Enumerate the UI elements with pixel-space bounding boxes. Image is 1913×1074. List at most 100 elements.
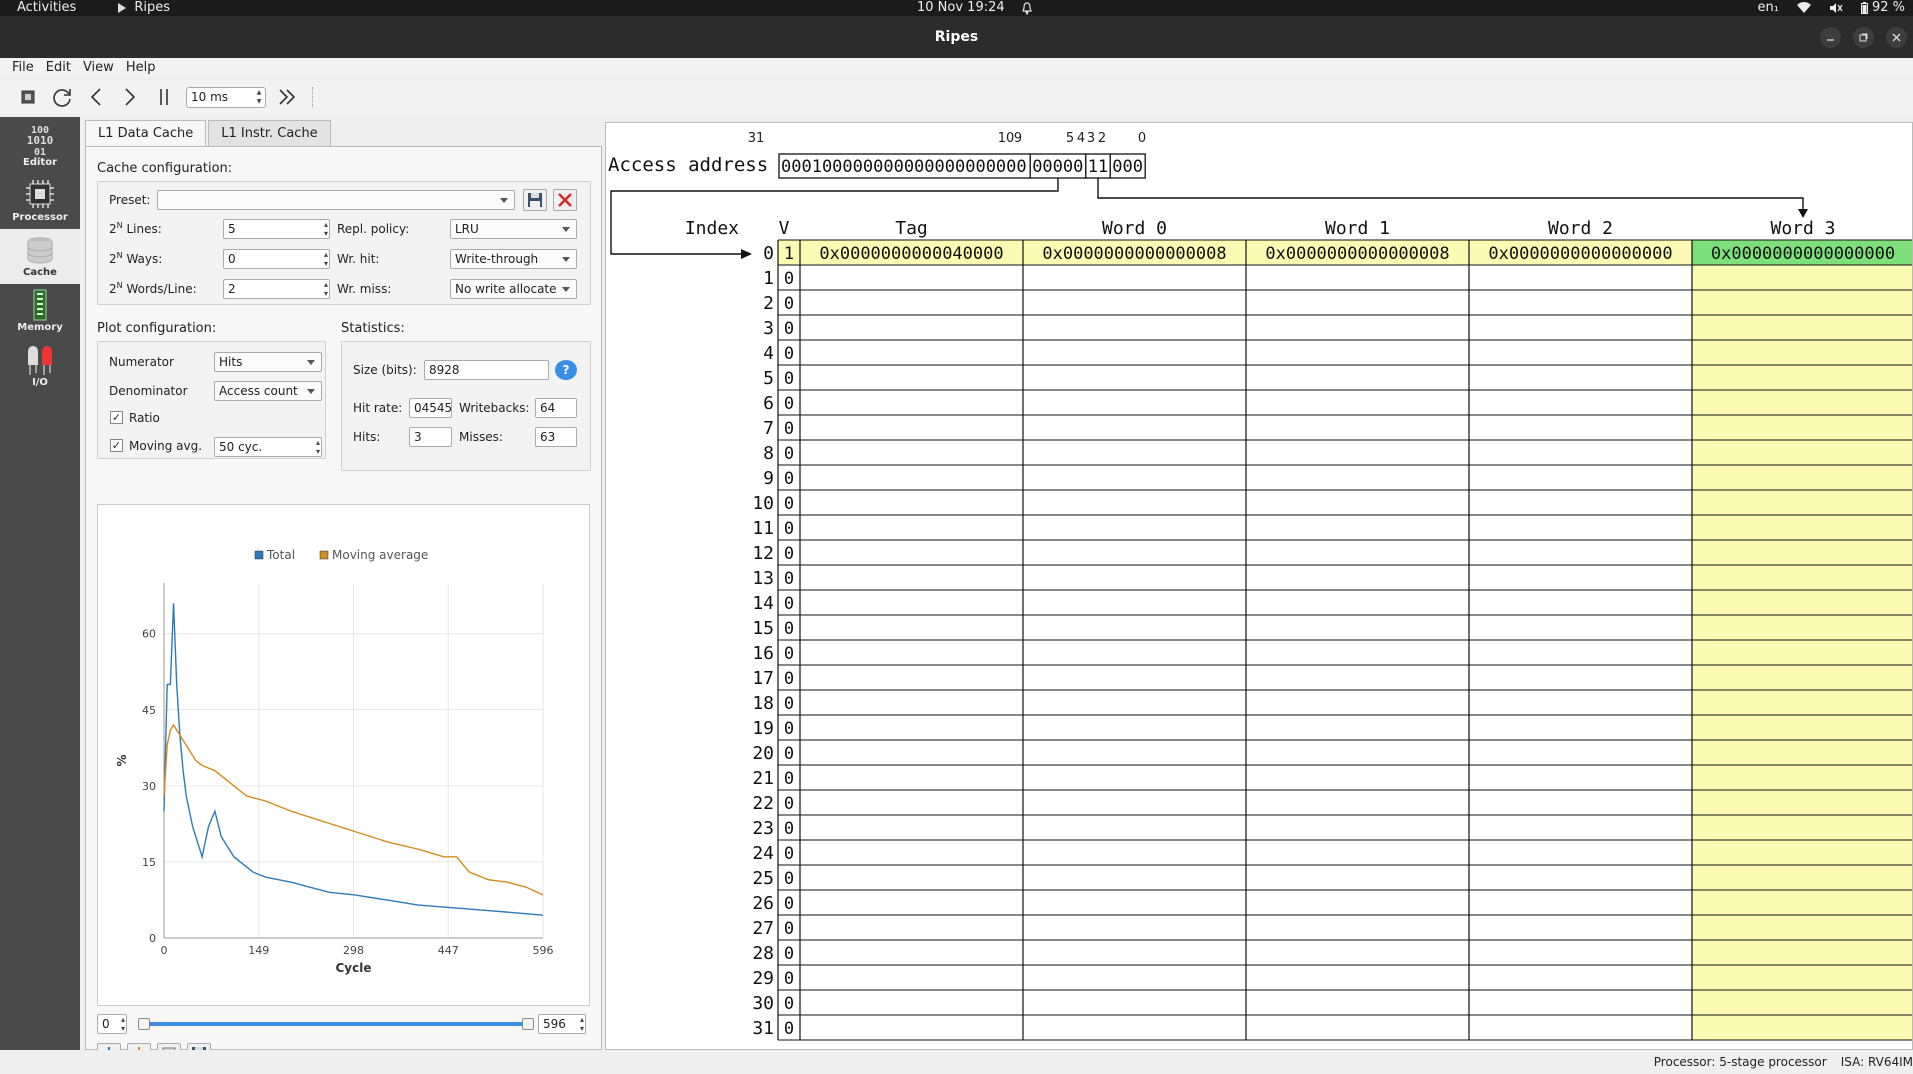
numerator-combo[interactable]: Hits [214, 352, 322, 372]
sidebar-item-cache[interactable]: Cache [0, 229, 80, 284]
valid-bit: 0 [784, 444, 794, 464]
header-word: Word 0 [1102, 218, 1167, 239]
denominator-combo[interactable]: Access count [214, 381, 322, 401]
lines-spinbox[interactable]: 5 [223, 219, 330, 239]
pow-exp: N [116, 221, 123, 230]
hit-rate-chart[interactable]: 0 149 298 447 596 0 15 30 45 60 Cycle% Total Moving … [97, 504, 590, 1006]
select-processor-button[interactable] [16, 85, 40, 109]
app-name: Ripes [134, 0, 170, 15]
clock-button[interactable] [118, 85, 142, 109]
cache-view[interactable]: 31 10 9 5 4 3 2 0 Access address 0001000000000000… [605, 122, 1913, 1050]
run-button[interactable] [276, 85, 300, 109]
word-cell: 0x0000000000000008 [1265, 244, 1449, 264]
close-button[interactable] [1886, 27, 1907, 48]
pause-icon [160, 89, 168, 105]
lines-label: 2N Lines: [109, 221, 162, 236]
moving-avg-checkbox[interactable]: ✓ [110, 439, 123, 452]
access-address-label: Access address [608, 154, 768, 176]
tab-l1-data-cache[interactable]: L1 Data Cache [85, 120, 207, 146]
valid-bit: 0 [784, 419, 794, 439]
row-index: 19 [752, 718, 774, 739]
menu-help[interactable]: Help [120, 58, 162, 78]
valid-bit: 0 [784, 619, 794, 639]
valid-bit: 0 [784, 669, 794, 689]
activities-button[interactable]: Activities [17, 0, 76, 16]
hit-rate-field[interactable]: 04545 [409, 398, 452, 418]
row-index: 22 [752, 793, 774, 814]
hits-field[interactable]: 3 [409, 427, 452, 447]
tab-l1-instr-cache[interactable]: L1 Instr. Cache [208, 120, 331, 146]
bell-icon [1021, 1, 1032, 15]
menu-view[interactable]: View [77, 58, 120, 78]
battery-level: 92 % [1871, 0, 1905, 15]
valid-bit: 0 [784, 269, 794, 289]
chart-svg: 0 149 298 447 596 0 15 30 45 60 Cycle% Total Moving … [115, 548, 554, 975]
range-slider-track[interactable] [142, 1022, 530, 1026]
menu-file[interactable]: File [6, 58, 40, 78]
writebacks-field[interactable]: 64 [535, 398, 577, 418]
valid-bit: 0 [784, 794, 794, 814]
datetime: 10 Nov 19:24 [917, 0, 1005, 15]
wr-miss-combo[interactable]: No write allocate [450, 279, 577, 299]
status-bar: Processor: 5-stage processor ISA: RV64IM [0, 1050, 1913, 1074]
pause-button[interactable] [152, 85, 176, 109]
valid-bit: 0 [784, 969, 794, 989]
misses-field[interactable]: 63 [535, 427, 577, 447]
memory-icon [33, 289, 47, 321]
reverse-button[interactable] [84, 85, 108, 109]
battery-indicator[interactable]: 92 % [1860, 0, 1905, 16]
cache-diagram: 31 10 9 5 4 3 2 0Access address 0001000000000000… [608, 131, 1912, 1041]
words-per-line-spinbox[interactable]: 2 [223, 279, 330, 299]
range-min-spinbox[interactable]: 0 [97, 1014, 127, 1034]
word-select-arrow [1097, 178, 1804, 211]
row-index: 30 [752, 993, 774, 1014]
app-menu[interactable]: Ripes [116, 0, 170, 16]
volume-icon[interactable] [1829, 2, 1843, 14]
preset-combo[interactable] [157, 190, 515, 210]
save-preset-button[interactable] [523, 189, 547, 211]
header-word: Word 1 [1325, 218, 1390, 239]
moving-avg-spinbox[interactable]: 50 cyc. [214, 437, 322, 457]
sidebar-item-processor[interactable]: Processor [0, 174, 80, 229]
valid-bit: 0 [784, 294, 794, 314]
clock[interactable]: 10 Nov 19:24 [917, 0, 1033, 16]
delay-value: 10 ms [191, 90, 229, 104]
range-slider-max-handle[interactable] [522, 1018, 534, 1030]
lines-label-text: Lines: [126, 222, 162, 236]
sidebar-item-editor[interactable]: 100 1010 01 Editor [0, 119, 80, 174]
wr-hit-combo[interactable]: Write-through [450, 249, 577, 269]
size-field[interactable]: 8928 [424, 360, 549, 380]
valid-bit: 0 [784, 519, 794, 539]
refresh-icon [53, 89, 71, 107]
plot-config-title: Plot configuration: [97, 321, 217, 336]
help-icon[interactable]: ? [555, 360, 577, 380]
repl-policy-combo[interactable]: LRU [450, 219, 577, 239]
valid-bit: 0 [784, 569, 794, 589]
row-index: 10 [752, 493, 774, 514]
cache-settings-panel: L1 Data Cache L1 Instr. Cache Cache conf… [85, 120, 602, 1065]
restore-button[interactable] [1853, 27, 1874, 48]
range-max-spinbox[interactable]: 596 [538, 1014, 586, 1034]
minimize-button[interactable] [1820, 27, 1841, 48]
row-index: 23 [752, 818, 774, 839]
bit-index-label: 0 [1138, 131, 1146, 146]
row-index: 26 [752, 893, 774, 914]
wifi-icon[interactable] [1796, 2, 1811, 14]
menu-edit[interactable]: Edit [40, 58, 77, 78]
row-index: 15 [752, 618, 774, 639]
hits-label: Hits: [353, 430, 381, 444]
range-slider-min-handle[interactable] [138, 1018, 150, 1030]
ratio-label: Ratio [129, 411, 160, 425]
reset-button[interactable] [50, 85, 74, 109]
sidebar-item-io[interactable]: I/O [0, 339, 80, 394]
header-index: Index [685, 218, 739, 239]
sidebar-item-memory[interactable]: Memory [0, 284, 80, 339]
row-index: 11 [752, 518, 774, 539]
word-cell: 0x0000000000000008 [1042, 244, 1226, 264]
delay-spinbox[interactable]: 10 ms ▲ ▼ [186, 86, 266, 108]
ways-label-text: Ways: [126, 252, 163, 266]
ways-spinbox[interactable]: 0 [223, 249, 330, 269]
ratio-checkbox[interactable]: ✓ [110, 411, 123, 424]
keyboard-layout[interactable]: en₁ [1758, 0, 1779, 16]
remove-preset-button[interactable] [553, 189, 577, 211]
